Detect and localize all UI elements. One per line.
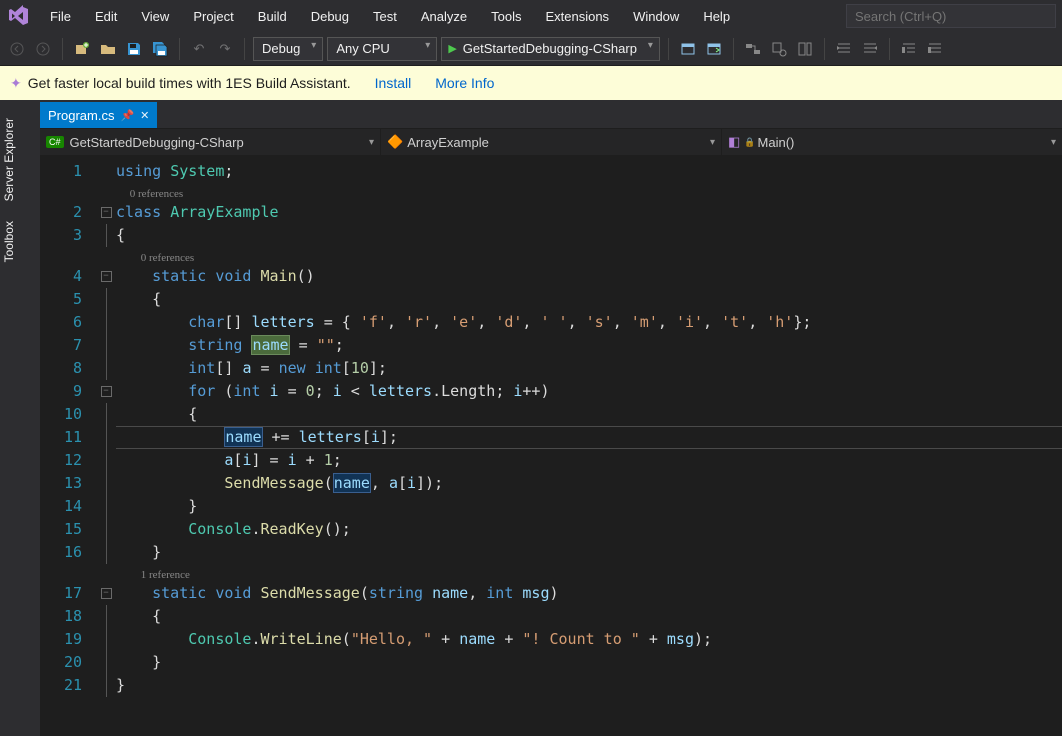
- redo-button[interactable]: ↷: [214, 38, 236, 60]
- fold-toggle[interactable]: −: [101, 588, 112, 599]
- fold-toggle[interactable]: −: [101, 271, 112, 282]
- sparkle-icon: ✦: [10, 75, 22, 92]
- new-project-button[interactable]: [71, 38, 93, 60]
- code-editor[interactable]: 1 2 3 4 5 6 7 8 9 10 11 12 13 14 15 16 1…: [40, 156, 1062, 736]
- symbol-ref-highlight: name: [224, 427, 262, 447]
- toolbar-separator: [179, 38, 180, 60]
- csharp-icon: C#: [46, 136, 64, 148]
- solution-platform-dropdown[interactable]: Any CPU: [327, 37, 437, 61]
- close-icon[interactable]: ✕: [140, 109, 149, 122]
- symbol-def-highlight: name: [251, 335, 289, 355]
- undo-button[interactable]: ↶: [188, 38, 210, 60]
- toolbar-separator: [889, 38, 890, 60]
- menu-extensions[interactable]: Extensions: [533, 5, 621, 28]
- quick-launch-search[interactable]: [846, 4, 1056, 28]
- visual-studio-logo-icon: [6, 4, 30, 28]
- class-icon: 🔶: [387, 134, 403, 150]
- menu-project[interactable]: Project: [181, 5, 245, 28]
- menu-edit[interactable]: Edit: [83, 5, 129, 28]
- pin-icon[interactable]: 📌: [120, 109, 134, 122]
- increase-indent-button[interactable]: [859, 38, 881, 60]
- menu-build[interactable]: Build: [246, 5, 299, 28]
- comment-button[interactable]: [898, 38, 920, 60]
- editor-column: Program.cs 📌 ✕ C# GetStartedDebugging-CS…: [40, 100, 1062, 736]
- start-debugging-button[interactable]: ▶ GetStartedDebugging-CSharp: [441, 37, 660, 61]
- side-tool-window-tabs: Server Explorer Toolbox: [0, 100, 22, 736]
- menu-test[interactable]: Test: [361, 5, 409, 28]
- fold-toggle[interactable]: −: [101, 386, 112, 397]
- lock-icon: 🔒: [744, 137, 755, 148]
- nav-method-dropdown[interactable]: ◧🔒 Main(): [722, 129, 1062, 155]
- menu-view[interactable]: View: [129, 5, 181, 28]
- toolbar-separator: [668, 38, 669, 60]
- nav-fwd-button[interactable]: [32, 38, 54, 60]
- document-tab-well: Program.cs 📌 ✕: [40, 100, 1062, 128]
- live-share-button[interactable]: [703, 38, 725, 60]
- fold-toggle[interactable]: −: [101, 207, 112, 218]
- navigation-bar: C# GetStartedDebugging-CSharp 🔶 ArrayExa…: [40, 128, 1062, 156]
- code-body[interactable]: using System; 0 references class ArrayEx…: [116, 156, 1062, 736]
- main-area: Server Explorer Toolbox Program.cs 📌 ✕ C…: [0, 100, 1062, 736]
- browse-button[interactable]: [677, 38, 699, 60]
- uncomment-button[interactable]: [924, 38, 946, 60]
- play-icon: ▶: [448, 42, 456, 55]
- menu-help[interactable]: Help: [691, 5, 742, 28]
- menubar: File Edit View Project Build Debug Test …: [0, 0, 1062, 32]
- start-debugging-label: GetStartedDebugging-CSharp: [463, 41, 637, 56]
- show-next-statement-button[interactable]: [794, 38, 816, 60]
- decrease-indent-button[interactable]: [833, 38, 855, 60]
- notification-more-link[interactable]: More Info: [435, 75, 494, 91]
- toolbar-separator: [244, 38, 245, 60]
- codelens-references[interactable]: 0 references: [141, 252, 194, 264]
- document-tab-label: Program.cs: [48, 108, 114, 123]
- open-file-button[interactable]: [97, 38, 119, 60]
- menu-file[interactable]: File: [38, 5, 83, 28]
- document-tab-program[interactable]: Program.cs 📌 ✕: [40, 102, 157, 128]
- save-button[interactable]: [123, 38, 145, 60]
- codelens-references[interactable]: 1 reference: [141, 569, 190, 581]
- nav-class-dropdown[interactable]: 🔶 ArrayExample: [381, 129, 722, 155]
- side-tab-toolbox[interactable]: Toolbox: [0, 211, 22, 272]
- toolbar-separator: [733, 38, 734, 60]
- menu-debug[interactable]: Debug: [299, 5, 361, 28]
- nav-project-dropdown[interactable]: C# GetStartedDebugging-CSharp: [40, 129, 381, 155]
- save-all-button[interactable]: [149, 38, 171, 60]
- side-tab-server-explorer[interactable]: Server Explorer: [0, 108, 22, 211]
- notification-install-link[interactable]: Install: [375, 75, 412, 91]
- menu-tools[interactable]: Tools: [479, 5, 533, 28]
- notification-bar: ✦ Get faster local build times with 1ES …: [0, 66, 1062, 100]
- nav-back-button[interactable]: [6, 38, 28, 60]
- run-to-click-button[interactable]: [768, 38, 790, 60]
- line-number-gutter: 1 2 3 4 5 6 7 8 9 10 11 12 13 14 15 16 1…: [40, 156, 96, 736]
- solution-config-dropdown[interactable]: Debug: [253, 37, 323, 61]
- step-config-button[interactable]: [742, 38, 764, 60]
- menu-window[interactable]: Window: [621, 5, 691, 28]
- menu-analyze[interactable]: Analyze: [409, 5, 479, 28]
- symbol-ref-highlight: name: [333, 473, 371, 493]
- toolbar-separator: [824, 38, 825, 60]
- toolbar-separator: [62, 38, 63, 60]
- method-icon: ◧: [728, 134, 740, 150]
- codelens-references[interactable]: 0 references: [130, 188, 183, 200]
- outlining-gutter: − − − −: [96, 156, 116, 736]
- standard-toolbar: ↶ ↷ Debug Any CPU ▶ GetStartedDebugging-…: [0, 32, 1062, 66]
- notification-text: Get faster local build times with 1ES Bu…: [28, 75, 351, 91]
